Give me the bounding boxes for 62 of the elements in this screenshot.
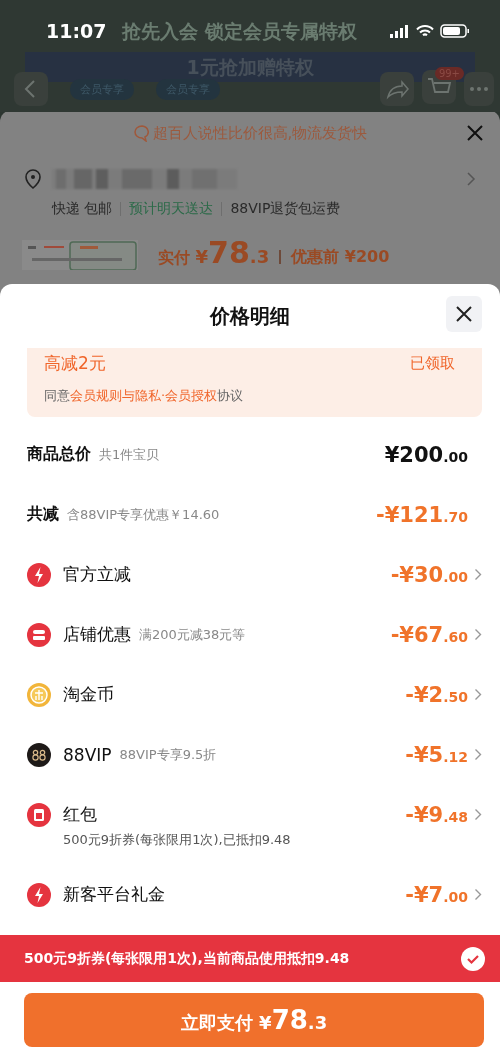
chevron-right-icon[interactable]	[474, 688, 482, 701]
chevron-right-icon[interactable]	[474, 808, 482, 821]
original-price: 优惠前 ¥200	[291, 247, 390, 268]
price-amount: -¥67.60	[390, 622, 468, 647]
banner-title: 抢先入会 锁定会员专属特权	[122, 19, 357, 44]
shop-icon	[27, 622, 51, 647]
chevron-right-icon[interactable]	[474, 628, 482, 641]
price-label: 淘金币	[63, 683, 114, 706]
price-label: 共减	[27, 504, 59, 525]
price-amount: -¥5.12	[405, 742, 468, 767]
agreement-text: 同意	[44, 387, 70, 405]
vip-icon	[27, 742, 51, 767]
checkmark-icon[interactable]	[461, 946, 485, 971]
chat-icon	[132, 124, 151, 142]
chevron-right-icon[interactable]	[474, 748, 482, 761]
close-button[interactable]	[446, 296, 482, 332]
coupon-title: 高减2元	[44, 352, 106, 375]
price-amount: -¥2.50	[405, 682, 468, 707]
price-note: 含88VIP专享优惠￥14.60	[67, 505, 220, 524]
price-note: 88VIP专享9.5折	[119, 745, 217, 764]
agreement-text: 协议	[217, 387, 244, 405]
chevron-right-icon[interactable]	[466, 172, 476, 186]
paid-price: 实付 ¥78.3	[158, 240, 270, 270]
close-icon[interactable]	[466, 124, 484, 142]
coin-icon	[27, 682, 51, 707]
price-amount: ¥200.00	[384, 442, 468, 467]
chevron-right-icon[interactable]	[474, 888, 482, 901]
lightning-icon	[27, 562, 51, 587]
shipping-info: 88VIP退货包运费	[230, 200, 341, 218]
price-amount: -¥30.00	[390, 562, 468, 587]
price-detail: 500元9折券(每张限用1次),已抵扣9.48	[63, 831, 292, 849]
share-icon[interactable]	[380, 72, 414, 106]
price-label: 店铺优惠	[63, 623, 131, 646]
envelope-icon	[27, 802, 51, 827]
lightning-icon	[27, 882, 51, 907]
price-amount: -¥121.70	[376, 502, 468, 527]
back-icon[interactable]	[14, 72, 48, 106]
sheet-title: 价格明细	[210, 302, 290, 330]
battery-icon	[440, 24, 470, 38]
price-amount: -¥9.48	[405, 802, 468, 827]
coupon-status: 已领取	[410, 354, 455, 373]
price-note: 共1件宝贝	[99, 445, 160, 464]
price-amount: -¥7.00	[405, 882, 468, 907]
review-summary: 超百人说性比价很高,物流发货快	[152, 123, 368, 143]
shipping-info: 快递 包邮	[52, 200, 113, 218]
agreement-link[interactable]: 会员规则与隐私·会员授权	[70, 387, 218, 405]
wifi-icon	[416, 24, 434, 38]
price-label: 官方立减	[63, 563, 131, 586]
signal-icon	[390, 24, 410, 38]
price-label: 红包	[63, 803, 97, 826]
status-time: 11:07	[46, 20, 107, 42]
more-icon[interactable]	[464, 72, 494, 106]
close-icon	[456, 306, 472, 322]
pay-button[interactable]: 立即支付 ¥78.3	[24, 993, 484, 1047]
price-label: 商品总价	[27, 444, 91, 465]
shipping-info: 预计明天送达	[129, 200, 214, 218]
price-label: 88VIP	[63, 744, 112, 765]
chevron-right-icon[interactable]	[474, 568, 482, 581]
price-note: 满200元减38元等	[139, 625, 246, 644]
toast-text: 500元9折券(每张限用1次),当前商品使用抵扣9.48	[24, 949, 350, 968]
price-label: 新客平台礼金	[63, 883, 165, 906]
location-pin-icon	[24, 169, 42, 189]
